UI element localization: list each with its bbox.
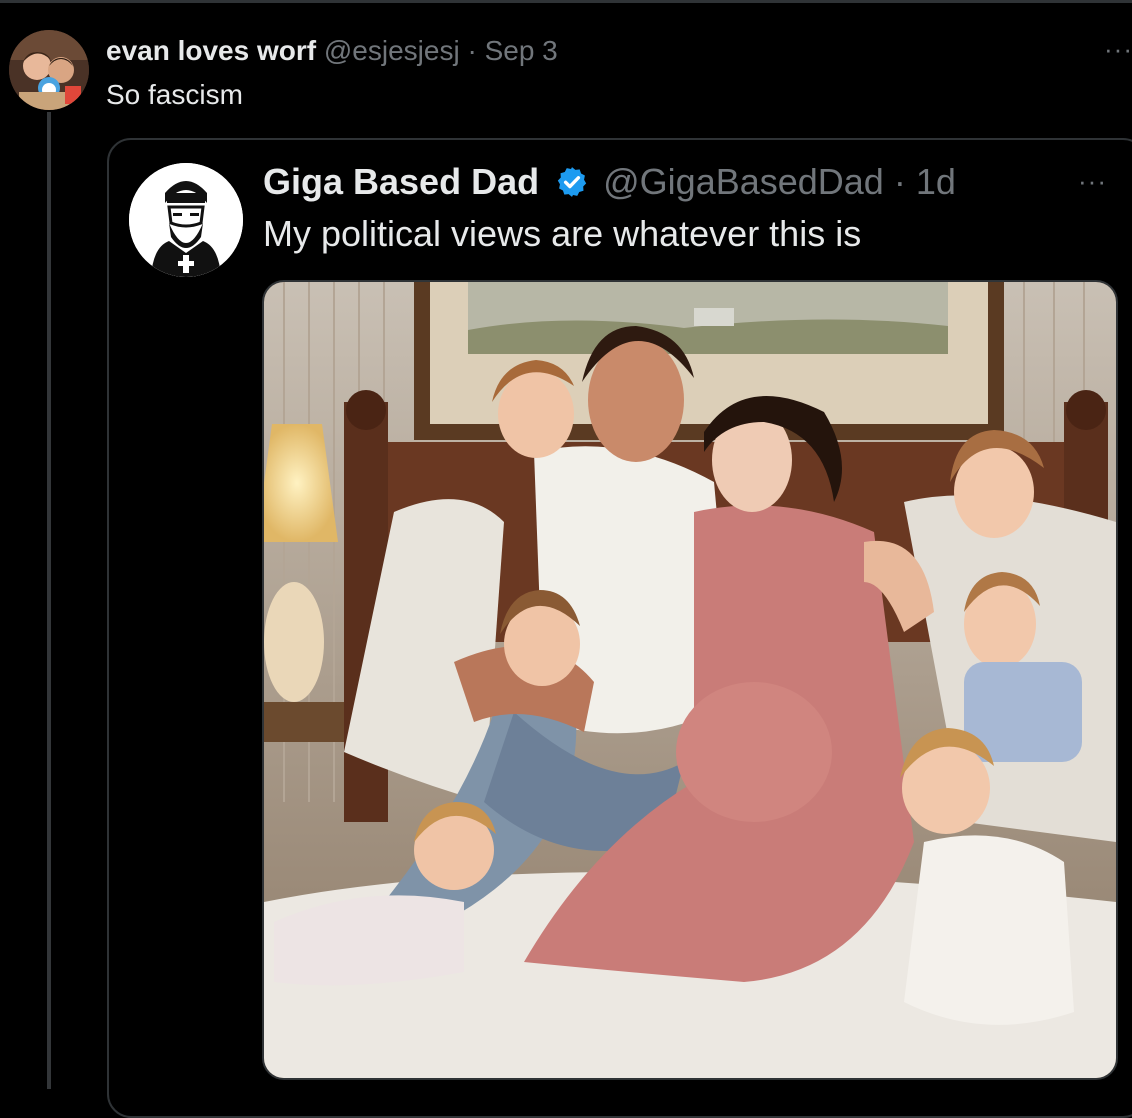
- author-name[interactable]: evan loves worf: [106, 35, 316, 66]
- quoted-author-handle[interactable]: @GigaBasedDad: [603, 161, 884, 202]
- quoted-author-name[interactable]: Giga Based Dad: [263, 161, 539, 202]
- quoted-author-avatar[interactable]: [129, 163, 243, 277]
- quoted-post-text: My political views are whatever this is: [263, 213, 862, 254]
- top-divider: [0, 0, 1132, 3]
- quoted-post-header: Giga Based Dad @GigaBasedDad · 1d: [263, 160, 956, 204]
- header-separator: ·: [467, 35, 477, 66]
- author-avatar[interactable]: [9, 30, 89, 110]
- quoted-post-image[interactable]: [262, 280, 1118, 1080]
- quoted-header-separator: ·: [893, 161, 906, 202]
- post-header: evan loves worf @esjesjesj · Sep 3: [106, 33, 558, 69]
- post-text: So fascism: [106, 79, 243, 110]
- quoted-post-date[interactable]: 1d: [916, 161, 956, 202]
- post-date[interactable]: Sep 3: [485, 35, 558, 66]
- verified-badge-icon: [557, 167, 587, 197]
- thread-connector-line: [47, 112, 51, 1089]
- more-options-icon[interactable]: ···: [1104, 34, 1132, 65]
- quoted-more-options-icon[interactable]: ···: [1078, 166, 1107, 197]
- author-handle[interactable]: @esjesjesj: [324, 35, 460, 66]
